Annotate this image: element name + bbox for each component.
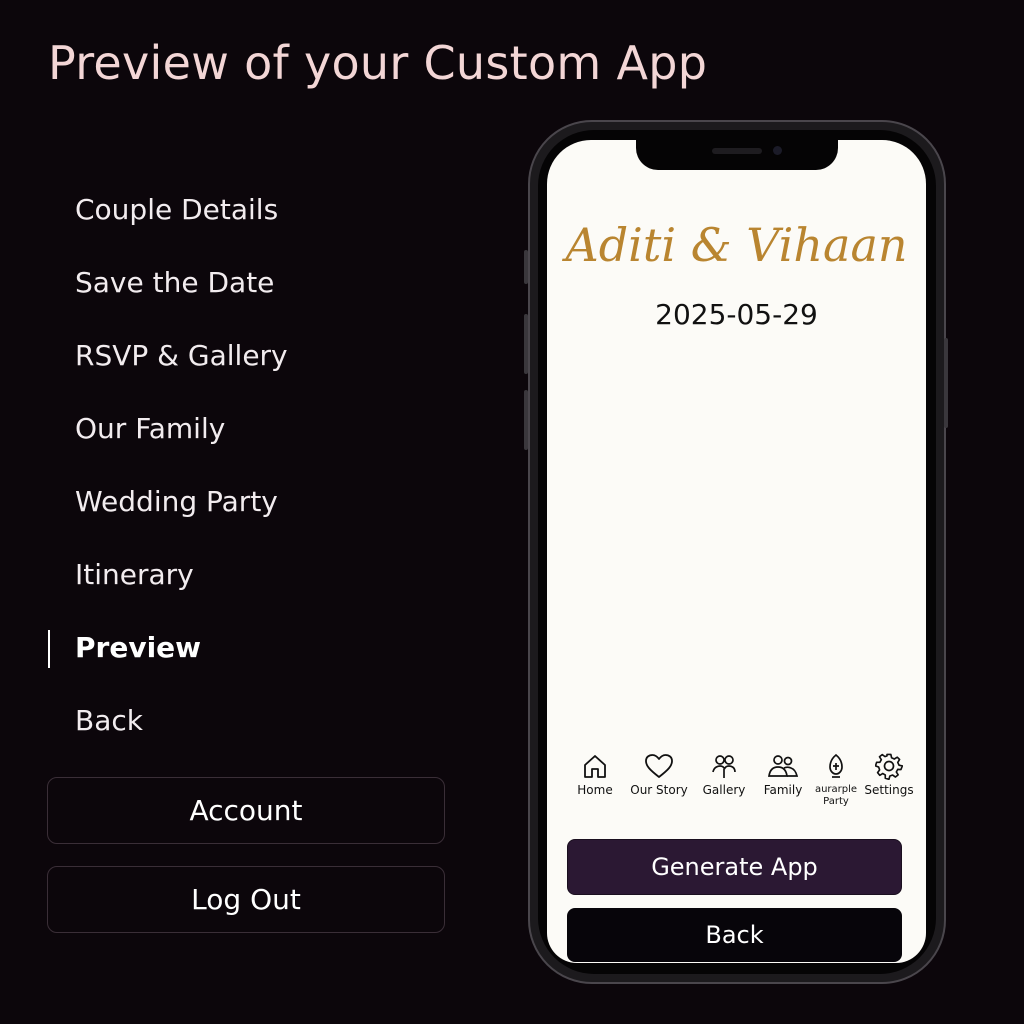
wedding-date: 2025-05-29 [655, 298, 818, 331]
phone-volume-down-button [524, 390, 528, 450]
nav-item-save-the-date[interactable]: Save the Date [48, 251, 448, 324]
nav-item-couple-details[interactable]: Couple Details [48, 178, 448, 251]
tab-settings[interactable]: Settings [863, 752, 915, 797]
tab-gallery[interactable]: Gallery [697, 752, 751, 797]
tab-family[interactable]: Family [757, 752, 809, 797]
generate-app-button[interactable]: Generate App [567, 839, 902, 895]
account-button[interactable]: Account [47, 777, 445, 844]
gear-icon [875, 753, 903, 780]
family-icon [768, 755, 799, 777]
preview-back-button[interactable]: Back [567, 908, 902, 962]
tab-settings-label: Settings [864, 783, 914, 797]
phone-volume-up-button [524, 314, 528, 374]
gallery-people-icon [712, 755, 736, 778]
tab-gallery-label: Gallery [702, 783, 746, 797]
nav-item-back[interactable]: Back [48, 689, 448, 762]
tab-our-story[interactable]: Our Story [627, 752, 691, 797]
heart-icon [645, 754, 673, 778]
nav-item-our-family[interactable]: Our Family [48, 397, 448, 470]
phone-side-button [524, 250, 528, 284]
sidebar-nav: Couple Details Save the Date RSVP & Gall… [48, 178, 448, 762]
nav-item-wedding-party[interactable]: Wedding Party [48, 470, 448, 543]
party-icon [829, 753, 843, 778]
phone-speaker [712, 148, 762, 154]
tab-home[interactable]: Home [569, 752, 621, 797]
home-icon [584, 755, 606, 778]
app-tab-bar: Home Our Story Gallery Family aurarple P… [567, 752, 917, 816]
page-title: Preview of your Custom App [48, 36, 708, 90]
nav-item-preview[interactable]: Preview [48, 616, 448, 689]
tab-our-story-label: Our Story [630, 783, 688, 797]
tab-wedding-party[interactable]: aurarple Party [813, 752, 859, 808]
tab-family-label: Family [763, 783, 803, 797]
tab-wedding-party-label: aurarple Party [814, 784, 858, 807]
phone-camera [773, 146, 782, 155]
phone-power-button [944, 338, 948, 428]
couple-names: Aditi & Vihaan [565, 218, 908, 272]
logout-button[interactable]: Log Out [47, 866, 445, 933]
tab-home-label: Home [577, 783, 613, 797]
nav-item-rsvp-gallery[interactable]: RSVP & Gallery [48, 324, 448, 397]
nav-item-itinerary[interactable]: Itinerary [48, 543, 448, 616]
